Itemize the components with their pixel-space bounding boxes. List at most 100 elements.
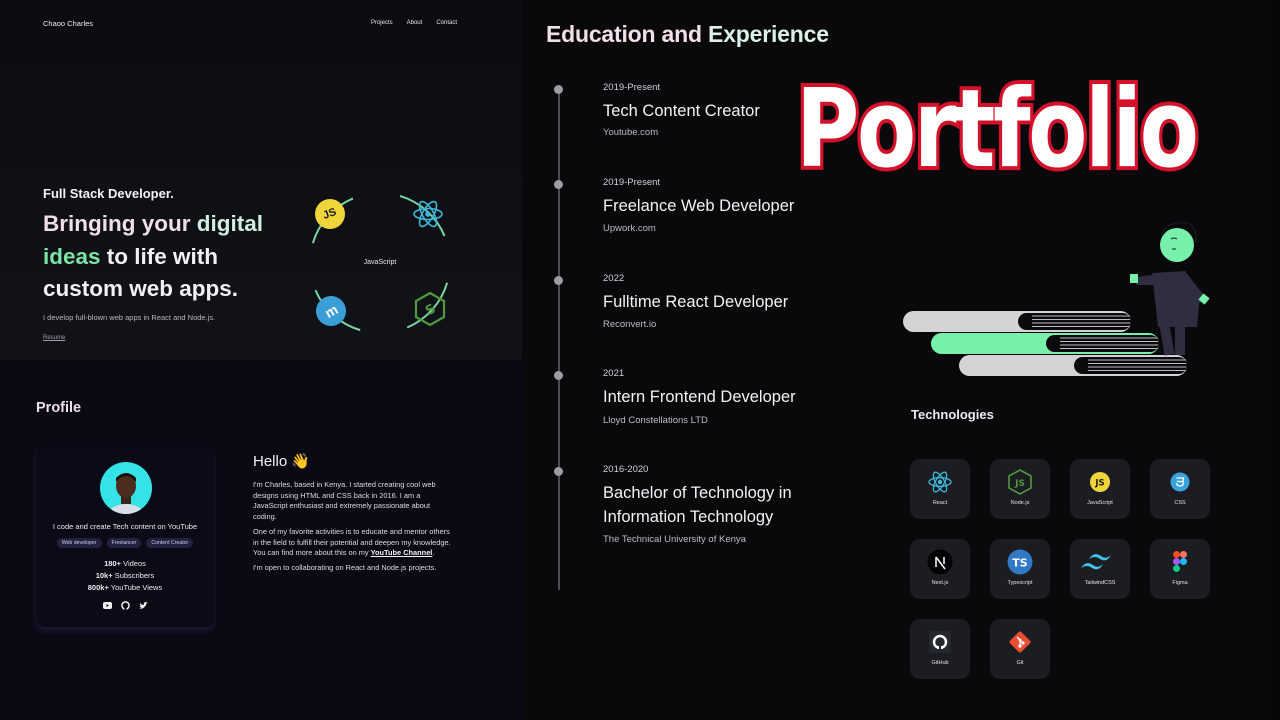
orbit-center-label: JavaScript <box>363 259 397 266</box>
tech-card-typescript[interactable]: TS Typescript <box>990 539 1050 599</box>
resume-link[interactable]: Resume <box>43 335 65 341</box>
timeline-date: 2022 <box>603 273 625 284</box>
timeline-org: Youtube.com <box>603 127 659 138</box>
bio-paragraph: I'm Charles, based in Kenya. I started c… <box>253 480 436 522</box>
timeline-date: 2021 <box>603 368 625 379</box>
github-icon[interactable] <box>120 601 130 610</box>
hero-title-part: to life with <box>100 243 219 269</box>
timeline-dot <box>554 85 563 94</box>
title-part: Education and <box>546 21 709 47</box>
typescript-icon: TS <box>1007 549 1033 575</box>
profile-stats: 180+ Videos 10k+ Subscribers 800k+ YouTu… <box>36 558 214 594</box>
stat-subscribers: 10k+ Subscribers <box>36 570 214 582</box>
timeline-dot <box>554 276 563 285</box>
chip: Freelancer <box>106 538 142 548</box>
react-icon <box>927 469 953 495</box>
profile-tagline: I code and create Tech content on YouTub… <box>52 522 198 531</box>
portfolio-banner-text: Portfolio <box>793 63 1202 196</box>
hero-subtitle: Full Stack Developer. <box>43 186 174 201</box>
hero-title-part: custom web apps. <box>43 276 239 301</box>
nav-links: Projects About Contact <box>371 20 457 26</box>
tech-card-nextjs[interactable]: Next.js <box>910 539 970 599</box>
education-title: Education and Experience <box>546 21 829 48</box>
timeline-org: Upwork.com <box>603 223 656 234</box>
hero-title-highlight: digital <box>196 211 263 236</box>
hero-section: Chaoo Charles Projects About Contact Ful… <box>0 0 522 360</box>
timeline-dot <box>554 180 563 189</box>
svg-text:TS: TS <box>1012 557 1028 570</box>
tech-label: CSS <box>1174 500 1186 506</box>
window-edge <box>1272 0 1280 720</box>
react-icon[interactable] <box>412 198 443 228</box>
tech-label: Node.js <box>1010 500 1030 506</box>
chip: Content Creator <box>146 538 194 548</box>
timeline-date: 2019-Present <box>603 177 661 188</box>
technologies-heading: Technologies <box>911 407 994 422</box>
social-links <box>36 601 214 610</box>
hero-title-accent: ideas <box>43 243 101 269</box>
express-icon[interactable]: m <box>316 296 346 326</box>
tech-label: Next.js <box>931 580 949 586</box>
timeline-dot <box>554 467 563 476</box>
youtube-icon[interactable] <box>102 601 112 610</box>
hero-title: Bringing your digital ideas to life with… <box>43 208 293 306</box>
timeline-org: Lloyd Constellations LTD <box>603 415 708 426</box>
tech-card-react[interactable]: React <box>910 459 970 519</box>
svg-text:JS: JS <box>1094 479 1104 489</box>
avatar <box>100 462 152 514</box>
tech-card-figma[interactable]: Figma <box>1150 539 1210 599</box>
nav-contact[interactable]: Contact <box>436 20 457 26</box>
tech-label: JavaScript <box>1087 500 1113 506</box>
timeline-role: Bachelor of Technology in Information Te… <box>603 484 792 526</box>
tech-label: Typescript <box>1007 580 1033 586</box>
title-part: Experience <box>708 21 829 47</box>
git-icon <box>1007 629 1033 655</box>
brand-logo[interactable]: Chaoo Charles <box>43 19 93 28</box>
tech-card-github[interactable]: GitHub <box>910 619 970 679</box>
profile-chips: Web developer Freelancer Content Creator <box>36 538 214 548</box>
stat-value: 10k+ <box>95 571 113 580</box>
twitter-icon[interactable] <box>138 601 148 610</box>
bio-paragraph: One of my favorite activities is to educ… <box>253 527 453 559</box>
bio-text: . <box>432 548 435 558</box>
css-icon <box>1167 469 1193 495</box>
hero-title-part: Bringing your <box>43 211 197 236</box>
tech-card-nodejs[interactable]: JS Node.js <box>990 459 1050 519</box>
timeline-line <box>558 88 560 590</box>
tech-card-git[interactable]: Git <box>990 619 1050 679</box>
portfolio-banner: Portfolio <box>793 62 1266 197</box>
tech-card-javascript[interactable]: JS JavaScript <box>1070 459 1130 519</box>
timeline-role: Fulltime React Developer <box>603 293 789 311</box>
stat-label: YouTube Views <box>108 583 163 592</box>
svg-text:JS: JS <box>1014 479 1025 489</box>
timeline-dot <box>554 371 563 380</box>
stat-videos: 180+ Videos <box>36 558 214 570</box>
top-nav: Chaoo Charles Projects About Contact <box>43 19 457 33</box>
tech-label: TailwindCSS <box>1084 580 1116 586</box>
stat-label: Subscribers <box>112 571 155 580</box>
chip: Web developer <box>56 538 102 548</box>
profile-bio: I'm Charles, based in Kenya. I started c… <box>253 480 453 578</box>
figma-icon <box>1167 549 1193 575</box>
timeline-date: 2019-Present <box>603 82 661 93</box>
tech-label: Git <box>1016 660 1024 666</box>
javascript-icon: JS <box>1087 469 1113 495</box>
nav-about[interactable]: About <box>407 20 423 26</box>
timeline-date: 2016-2020 <box>603 464 649 475</box>
nodejs-icon[interactable]: S <box>413 291 446 327</box>
tech-orbit: JS JavaScript m S <box>300 185 460 340</box>
stat-views: 800k+ YouTube Views <box>36 582 214 594</box>
stat-label: Videos <box>121 559 146 568</box>
tech-card-tailwind[interactable]: TailwindCSS <box>1070 539 1130 599</box>
bio-paragraph: I'm open to collaborating on React and N… <box>253 562 437 572</box>
timeline-org: Reconvert.io <box>603 319 657 330</box>
youtube-channel-link[interactable]: YouTube Channel <box>371 548 433 557</box>
nav-projects[interactable]: Projects <box>371 20 393 26</box>
hero-description: I develop full-blown web apps in React a… <box>43 313 216 322</box>
tech-card-css[interactable]: CSS <box>1150 459 1210 519</box>
svg-text:S: S <box>423 301 439 319</box>
javascript-icon[interactable]: JS <box>315 199 345 229</box>
nodejs-icon: JS <box>1007 469 1033 495</box>
tailwind-icon <box>1078 549 1122 575</box>
stat-value: 180+ <box>104 559 121 568</box>
